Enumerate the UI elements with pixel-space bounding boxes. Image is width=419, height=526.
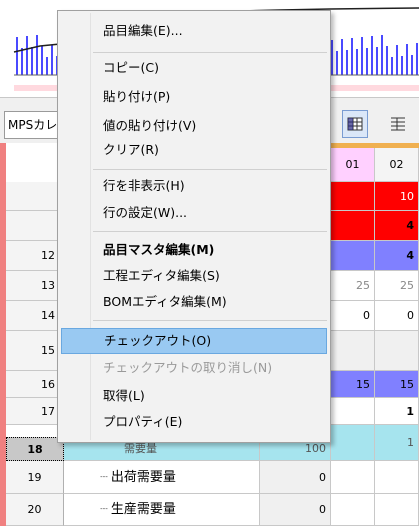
row-label[interactable]: ┄ 出荷需要量 — [64, 461, 260, 494]
menu-separator — [93, 231, 327, 232]
menu-item-hide-row[interactable]: 行を非表示(H) — [59, 175, 329, 197]
row-number[interactable]: 12 — [6, 241, 58, 271]
chart-bar — [376, 47, 378, 75]
menu-separator — [93, 320, 327, 321]
row-number[interactable]: 18 — [6, 437, 64, 461]
chart-bar — [401, 56, 403, 75]
chart-bar — [331, 40, 333, 75]
grid-cell[interactable] — [331, 398, 375, 425]
menu-item-copy[interactable]: コピー(C) — [59, 57, 329, 79]
menu-item-item-master-edit[interactable]: 品目マスタ編集(M) — [59, 239, 329, 261]
chart-bar — [26, 36, 28, 75]
grid-cell[interactable] — [331, 494, 375, 526]
chart-bar — [336, 51, 338, 75]
menu-item-cancel-checkout[interactable]: チェックアウトの取り消し(N) — [59, 357, 329, 379]
menu-item-properties[interactable]: プロパティ(E) — [59, 411, 329, 433]
chart-bar — [46, 57, 48, 75]
menu-item-row-settings[interactable]: 行の設定(W)... — [59, 202, 329, 224]
row-number[interactable]: 16 — [6, 371, 58, 398]
chart-bar — [21, 48, 23, 75]
grid-cell[interactable]: 15 — [331, 371, 375, 398]
menu-item-paste[interactable]: 貼り付け(P) — [59, 86, 329, 108]
row-label[interactable]: ┄ 生産需要量 — [64, 494, 260, 526]
chart-bar — [411, 55, 413, 75]
row-label-text: 生産需要量 — [110, 502, 176, 517]
chart-bar — [41, 46, 43, 75]
grid-cell[interactable]: 15 — [375, 371, 419, 398]
grid-cell[interactable]: 1 — [375, 425, 419, 461]
row-number[interactable] — [6, 182, 58, 211]
chart-bar — [396, 45, 398, 75]
grid-cell[interactable] — [331, 461, 375, 494]
row-total[interactable]: 0 — [260, 494, 331, 526]
menu-item-process-editor[interactable]: 工程エディタ編集(S) — [59, 265, 329, 287]
chart-bar — [346, 50, 348, 75]
chart-bar — [356, 49, 358, 75]
list-view-button[interactable] — [385, 110, 411, 138]
chart-bar — [381, 35, 383, 75]
chart-bar — [391, 57, 393, 75]
grid-cell[interactable]: 1 — [375, 398, 419, 425]
grid-cell[interactable] — [331, 211, 375, 241]
chart-bar — [366, 48, 368, 75]
grid-cell[interactable]: 0 — [331, 301, 375, 331]
row-number[interactable]: 19 — [6, 461, 64, 494]
context-menu: 品目編集(E)... コピー(C) 貼り付け(P) 値の貼り付け(V) クリア(… — [57, 10, 331, 443]
chart-bar — [386, 46, 388, 75]
grid-cell[interactable]: 25 — [375, 271, 419, 301]
column-header-01[interactable]: 01 — [331, 148, 375, 182]
grid-cell[interactable]: 4 — [375, 241, 419, 271]
mps-calendar-dropdown[interactable]: MPSカレ — [4, 111, 58, 139]
row-total[interactable]: 0 — [260, 461, 331, 494]
grid-cell[interactable]: 4 — [375, 211, 419, 241]
grid-cell[interactable] — [375, 494, 419, 526]
chart-bar — [51, 45, 53, 75]
grid-cell[interactable]: 10 — [375, 182, 419, 211]
menu-item-get[interactable]: 取得(L) — [59, 385, 329, 407]
row-number[interactable]: 14 — [6, 301, 58, 331]
menu-item-clear[interactable]: クリア(R) — [59, 139, 329, 161]
chart-bar — [361, 37, 363, 75]
menu-item-paste-values[interactable]: 値の貼り付け(V) — [59, 115, 329, 137]
row-number[interactable]: 17 — [6, 398, 58, 425]
grid-cell[interactable] — [331, 182, 375, 211]
grid-cell[interactable]: 25 — [331, 271, 375, 301]
grid-icon — [347, 117, 363, 131]
chart-bar — [16, 37, 18, 75]
menu-separator — [93, 52, 327, 53]
row-number[interactable]: 13 — [6, 271, 58, 301]
grid-cell[interactable] — [331, 425, 375, 461]
menu-item-edit-item[interactable]: 品目編集(E)... — [59, 20, 329, 42]
row-number[interactable] — [6, 211, 58, 241]
row-number[interactable]: 15 — [6, 331, 58, 371]
menu-separator — [93, 169, 327, 170]
tree-connector-icon: ┄ — [100, 502, 108, 517]
grid-cell[interactable] — [331, 331, 375, 371]
chart-bar — [406, 44, 408, 75]
chart-bar — [371, 36, 373, 75]
grid-cell[interactable] — [331, 241, 375, 271]
column-header-02[interactable]: 02 — [375, 148, 419, 182]
tree-connector-icon: ┄ — [100, 469, 108, 485]
list-icon — [391, 117, 405, 131]
grid-cell[interactable] — [375, 461, 419, 494]
menu-item-bom-editor[interactable]: BOMエディタ編集(M) — [59, 291, 329, 313]
chart-bar — [341, 39, 343, 75]
menu-item-checkout[interactable]: チェックアウト(O) — [61, 328, 327, 354]
chart-bar — [36, 35, 38, 75]
row-label-text: 出荷需要量 — [110, 469, 176, 485]
chart-bar — [351, 38, 353, 75]
chart-bar — [31, 47, 33, 75]
chart-bar — [416, 43, 418, 75]
row-number[interactable]: 20 — [6, 494, 64, 526]
grid-cell[interactable] — [375, 331, 419, 371]
grid-cell[interactable]: 0 — [375, 301, 419, 331]
grid-view-button[interactable] — [342, 110, 368, 138]
